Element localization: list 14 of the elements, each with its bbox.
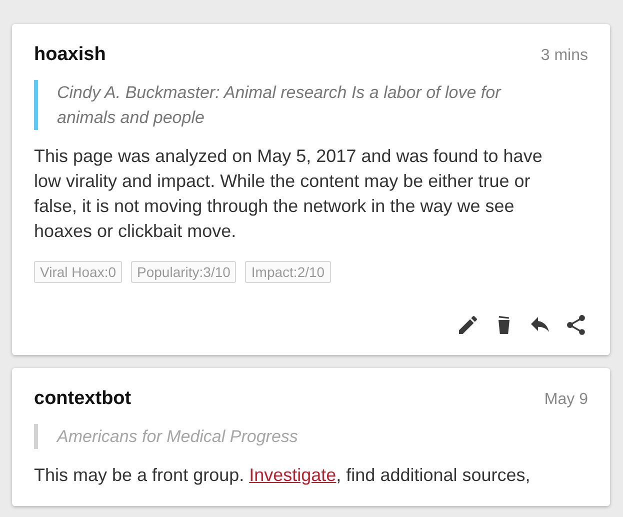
investigate-link[interactable]: Investigate <box>249 465 336 485</box>
score-tag: Popularity:3/10 <box>131 261 236 283</box>
score-tag: Impact:2/10 <box>245 261 331 283</box>
username[interactable]: contextbot <box>34 388 132 410</box>
share-icon[interactable] <box>564 313 588 337</box>
pencil-icon[interactable] <box>456 313 480 337</box>
annotation-text: This may be a front group. Investigate, find additional sources, <box>34 464 532 487</box>
quoted-highlight: Cindy A. Buckmaster: Animal research Is a labor of love for animals and people <box>34 80 588 130</box>
username[interactable]: hoaxish <box>34 44 106 66</box>
score-tag: Viral Hoax:0 <box>34 261 122 283</box>
quoted-highlight: Americans for Medical Progress <box>34 424 588 449</box>
timestamp: May 9 <box>544 391 588 409</box>
annotation-text: This page was analyzed on May 5, 2017 and was found to have low virality and impact. While the content may be either true or false, it is not moving through the network in the way we see hoaxes or clickbait move. <box>34 145 544 243</box>
timestamp: 3 mins <box>540 47 588 65</box>
